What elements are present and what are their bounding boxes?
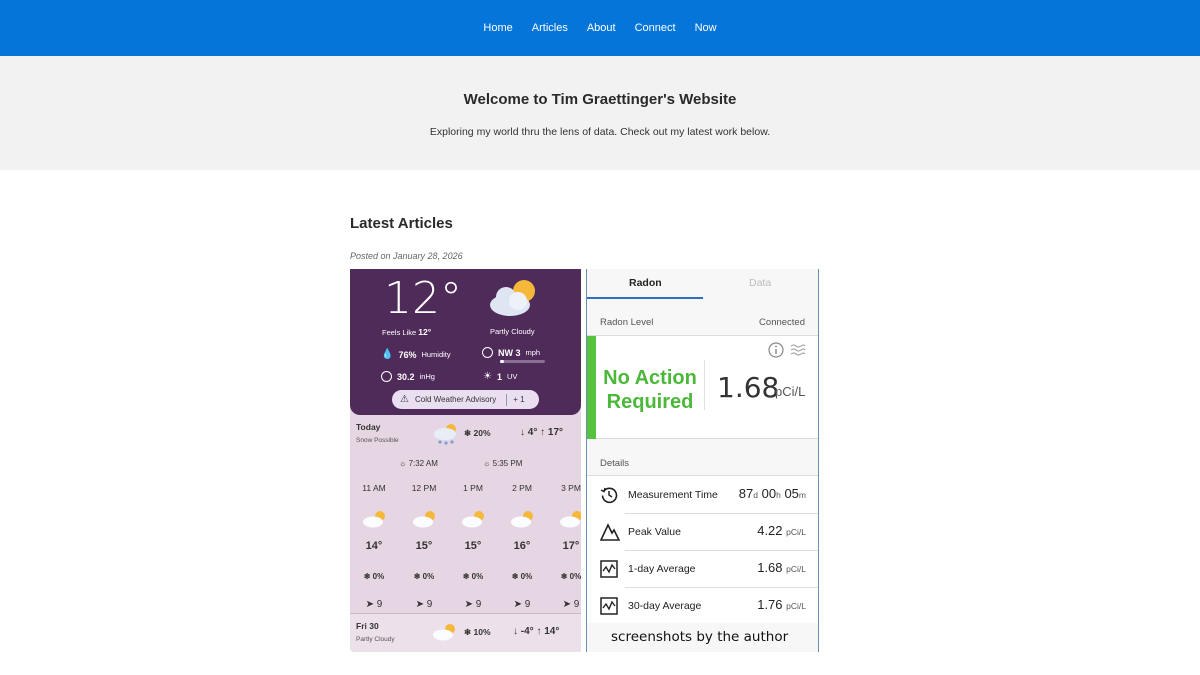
hero-title: Welcome to Tim Graettinger's Website [463, 91, 737, 108]
sunset-icon: ☼ [483, 459, 493, 468]
partly-cloudy-icon [511, 511, 533, 528]
pressure-stat: 30.2 inHg [381, 371, 435, 382]
partly-cloudy-icon [490, 280, 535, 316]
hour-wind: ➤ 9 [365, 599, 383, 610]
feels-like: Feels Like 12° [382, 327, 432, 337]
detail-30day[interactable]: 30-day Average 1.76 pCi/L [587, 587, 818, 624]
nav-connect[interactable]: Connect [635, 22, 676, 34]
current-temperature: 12° [384, 273, 462, 324]
partly-cloudy-icon [462, 511, 484, 528]
snow-cloud-icon [434, 424, 456, 445]
fri-precip: ❄ 10% [464, 627, 491, 637]
hour-temp: 15° [464, 540, 482, 552]
hour-wind: ➤ 9 [513, 599, 531, 610]
hour-precip: ❄ 0% [511, 572, 533, 581]
partly-cloudy-icon [560, 511, 581, 528]
radon-unit: pCi/L [775, 384, 806, 399]
hour-wind: ➤ 9 [415, 599, 433, 610]
peak-value: 4.22 pCi/L [757, 523, 806, 538]
hour-precip: ❄ 0% [560, 572, 581, 581]
pressure-gauge-icon [381, 371, 392, 382]
sunrise-icon: ☼ [399, 459, 409, 468]
fri-range: ↓ -4° ↑ 14° [513, 626, 560, 637]
wind-stat: NW 3 mph [482, 347, 540, 358]
nav-about[interactable]: About [587, 22, 616, 34]
hour-precip: ❄ 0% [413, 572, 435, 581]
top-nav: Home Articles About Connect Now [0, 0, 1200, 56]
sunrise: ☼ 7:32 AM [399, 459, 438, 468]
radon-level-panel: No Action Required 1.68 pCi/L [587, 335, 818, 439]
fri-label: Fri 30 [356, 621, 379, 631]
hour-temp: 16° [513, 540, 531, 552]
hour-temp: 15° [415, 540, 433, 552]
detail-peak[interactable]: Peak Value 4.22 pCi/L [587, 513, 818, 550]
measurement-time-value: 87d 00h 05m [738, 486, 806, 501]
waves-icon [790, 344, 806, 356]
hour-temp: 17° [562, 540, 580, 552]
avg30-value: 1.76 pCi/L [757, 597, 806, 612]
detail-measurement-time[interactable]: Measurement Time 87d 00h 05m [587, 476, 818, 513]
hour-label: 11 AM [362, 483, 386, 493]
partly-cloudy-icon [433, 624, 455, 641]
chart-icon [600, 560, 618, 578]
hero-subtitle: Exploring my world thru the lens of data… [429, 126, 771, 138]
sun-icon: ☀ [483, 371, 492, 382]
hour-precip: ❄ 0% [462, 572, 484, 581]
weather-screenshot[interactable]: 12° Feels Like 12° Partly Cloudy 💧 76% Hu… [350, 269, 581, 652]
hour-wind: ➤ 9 [562, 599, 580, 610]
wind-gauge-icon [482, 347, 493, 358]
hour-label: 3 PM [561, 483, 581, 493]
details-list: Measurement Time 87d 00h 05m Peak Value … [587, 475, 818, 624]
warning-icon: ⚠ [400, 394, 409, 405]
post-date: Posted on January 28, 2026 [350, 251, 463, 261]
fri-sub: Partly Cloudy [356, 636, 395, 643]
divider [506, 393, 508, 406]
history-icon [600, 487, 618, 504]
details-label: Details [600, 458, 630, 469]
hour-label: 1 PM [463, 483, 483, 493]
peak-icon [600, 523, 620, 541]
hero-banner: Welcome to Tim Graettinger's Website Exp… [0, 56, 1200, 170]
hour-label: 2 PM [512, 483, 532, 493]
image-caption: screenshots by the author [611, 629, 789, 645]
tab-data[interactable]: Data [749, 277, 771, 289]
today-precip: ❄ 20% [464, 428, 491, 438]
forecast-row-fri[interactable]: Fri 30 Partly Cloudy ❄ 10% ↓ -4° ↑ 14° [350, 613, 581, 652]
radon-status: No Action Required [603, 367, 697, 413]
info-icon[interactable] [768, 342, 784, 358]
humidity-icon: 💧 [381, 349, 394, 360]
wind-bar [500, 360, 545, 363]
today-label: Today [356, 422, 381, 432]
nav-home[interactable]: Home [483, 22, 512, 34]
hour-temp: 14° [365, 540, 383, 552]
radon-screenshot[interactable]: Radon Data Radon Level Connected No Acti… [586, 269, 819, 652]
tab-radon[interactable]: Radon [629, 277, 662, 289]
section-title: Latest Articles [350, 215, 453, 232]
hour-wind: ➤ 9 [464, 599, 482, 610]
active-tab-indicator [587, 297, 703, 299]
partly-cloudy-icon [413, 511, 435, 528]
divider [704, 360, 705, 410]
connection-status: Connected [759, 317, 805, 328]
status-bar [587, 336, 596, 439]
chart-icon [600, 597, 618, 615]
hour-precip: ❄ 0% [363, 572, 385, 581]
sunset: ☼ 5:35 PM [483, 459, 523, 468]
advisory-pill[interactable]: ⚠ Cold Weather Advisory + 1 [392, 390, 539, 409]
radon-level-label: Radon Level [600, 317, 654, 328]
nav-now[interactable]: Now [695, 22, 717, 34]
today-range: ↓ 4° ↑ 17° [520, 427, 564, 438]
detail-1day[interactable]: 1-day Average 1.68 pCi/L [587, 550, 818, 587]
radon-value: 1.68 [717, 371, 780, 404]
uv-stat: ☀ 1 UV [483, 371, 518, 382]
avg1-value: 1.68 pCi/L [757, 560, 806, 575]
partly-cloudy-icon [363, 511, 385, 528]
hour-label: 12 PM [411, 483, 437, 493]
condition-text: Partly Cloudy [490, 327, 535, 336]
today-sub: Snow Possible [356, 437, 399, 444]
weather-current-panel: 12° Feels Like 12° Partly Cloudy 💧 76% Hu… [350, 269, 581, 415]
humidity-stat: 💧 76% Humidity [381, 349, 451, 360]
nav-articles[interactable]: Articles [532, 22, 568, 34]
